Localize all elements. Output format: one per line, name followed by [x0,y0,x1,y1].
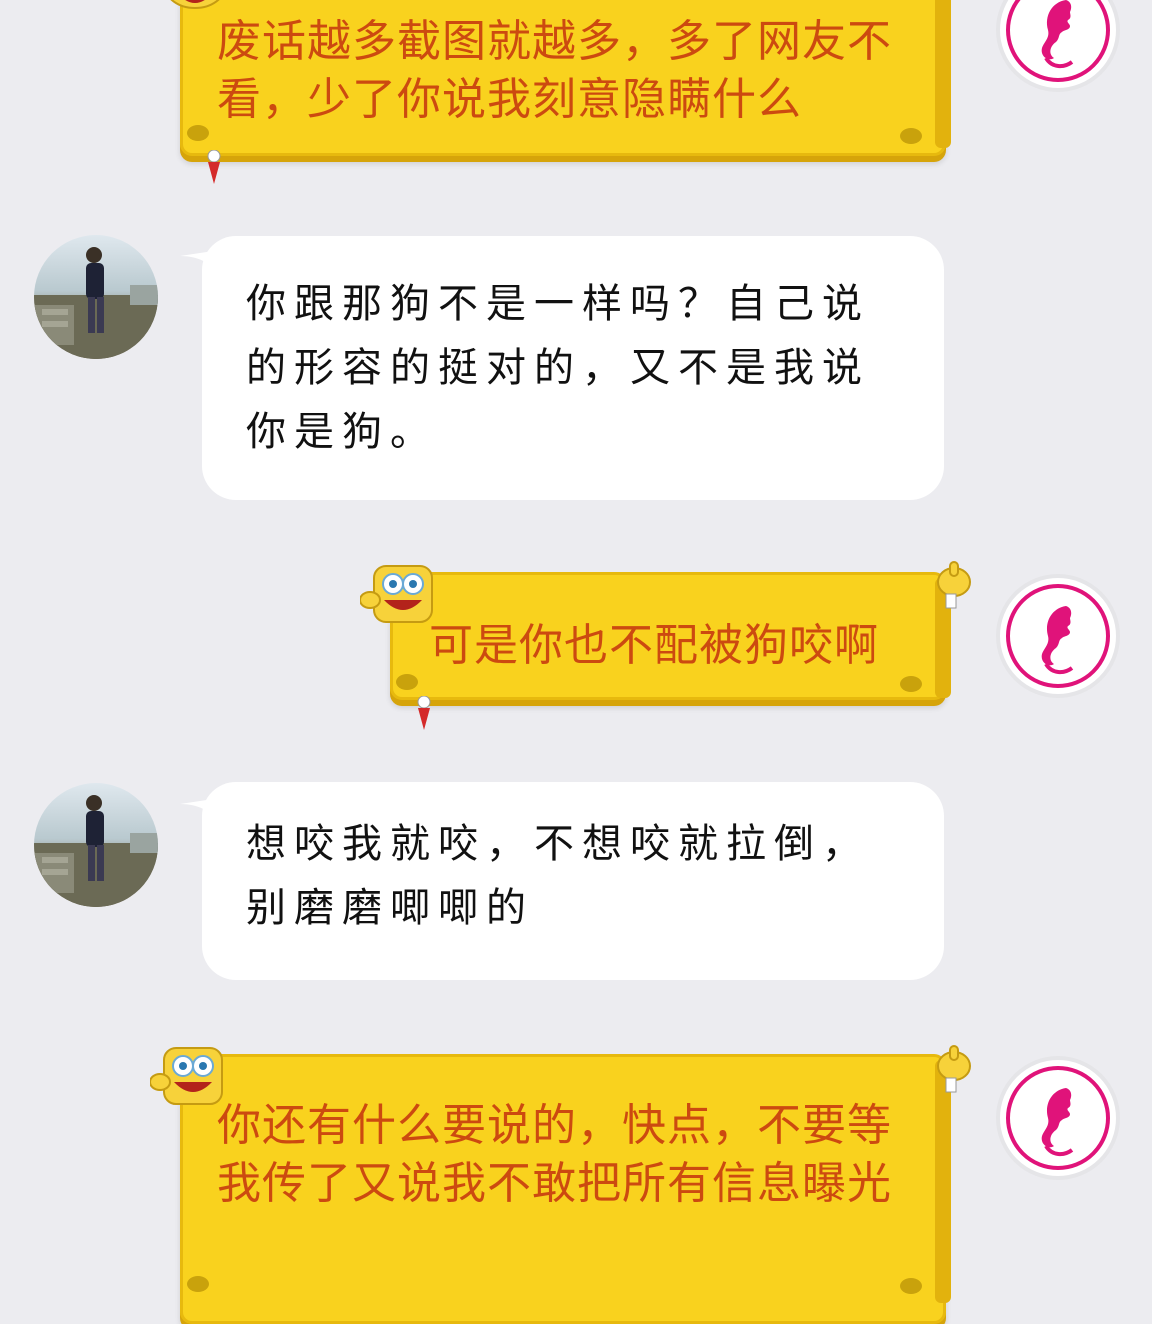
woman-profile-logo-icon [1006,0,1110,82]
message-text: 你跟那狗不是一样吗？自己说的形容的挺对的，又不是我说你是狗。 [246,281,870,455]
message-bubble-self[interactable]: 可是你也不配被狗咬啊 [390,572,946,700]
bubble-scroll-edge [935,0,951,148]
self-avatar[interactable] [996,574,1120,698]
spongebob-sticker-icon [170,0,220,9]
bubble-dot-decoration [187,1276,209,1292]
message-text: 废话越多截图就越多，多了网友不看，少了你说我刻意隐瞒什么 [217,16,892,125]
message-text: 想咬我就咬，不想咬就拉倒，别磨磨唧唧的 [246,821,870,931]
thumbs-up-hand-icon [937,1045,971,1093]
tassel-icon [417,696,431,730]
message-text: 可是你也不配被狗咬啊 [429,620,879,671]
bubble-dot-decoration [900,1278,922,1294]
message-bubble-other[interactable]: 想咬我就咬，不想咬就拉倒，别磨磨唧唧的 [202,782,944,980]
bubble-dot-decoration [900,128,922,144]
bubble-dot-decoration [900,676,922,692]
woman-profile-logo-icon [1006,1066,1110,1170]
man-photo-avatar [34,247,158,359]
bubble-dot-decoration [396,674,418,690]
message-text: 你还有什么要说的，快点，不要等我传了又说我不敢把所有信息曝光 [217,1100,892,1209]
other-avatar[interactable] [34,783,158,907]
message-bubble-self[interactable]: 废话越多截图就越多，多了网友不看，少了你说我刻意隐瞒什么 [180,0,946,156]
man-photo-avatar [34,795,158,907]
spongebob-sticker-icon [150,1047,223,1105]
message-bubble-other[interactable]: 你跟那狗不是一样吗？自己说的形容的挺对的，又不是我说你是狗。 [202,236,944,500]
bubble-dot-decoration [187,125,209,141]
bubble-scroll-edge [935,1060,951,1303]
spongebob-sticker-icon [360,565,433,623]
self-avatar[interactable] [996,0,1120,92]
tassel-icon [207,150,221,184]
self-avatar[interactable] [996,1056,1120,1180]
other-avatar[interactable] [34,235,158,359]
thumbs-up-hand-icon [937,561,971,609]
message-bubble-self[interactable]: 你还有什么要说的，快点，不要等我传了又说我不敢把所有信息曝光 [180,1054,946,1324]
woman-profile-logo-icon [1006,584,1110,688]
